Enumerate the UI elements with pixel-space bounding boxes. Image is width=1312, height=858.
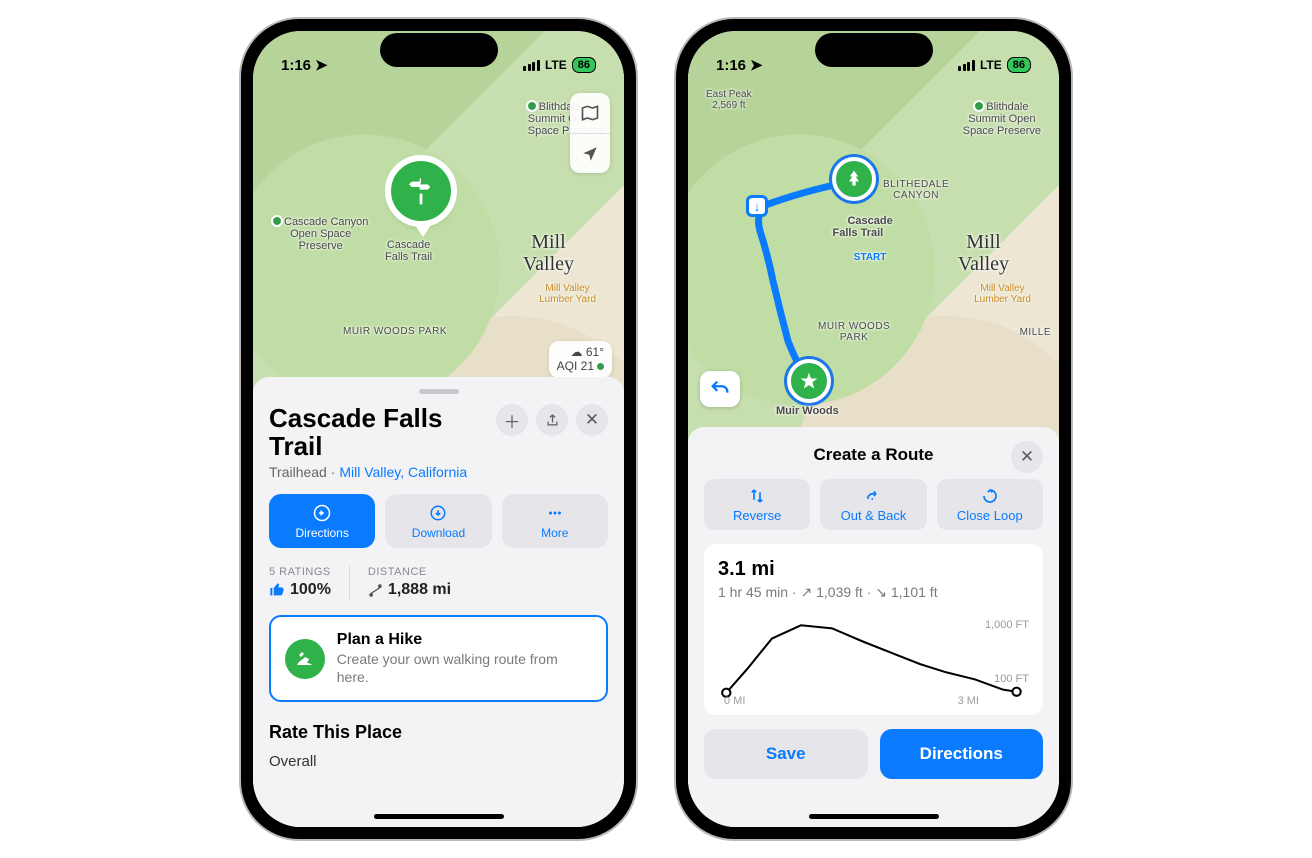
park-label-3: MUIR WOODS PARK [343,326,447,337]
download-button[interactable]: Download [385,494,491,548]
battery-icon: 86 [572,57,596,73]
reverse-button[interactable]: Reverse [704,479,810,530]
location-arrow-icon: ➤ [315,56,328,74]
city-label: Mill Valley [523,231,574,275]
hike-icon [285,639,325,679]
home-indicator[interactable] [809,814,939,819]
more-icon [546,504,564,522]
more-label: More [541,526,568,540]
plan-hike-card[interactable]: Plan a Hike Create your own walking rout… [269,615,608,702]
undo-button[interactable] [700,371,740,407]
cellular-icon [523,60,540,71]
out-and-back-button[interactable]: Out & Back [820,479,926,530]
undo-icon [709,378,731,400]
place-title: Cascade Falls Trail [269,404,488,460]
directions-button[interactable]: Directions [880,729,1044,779]
elevation-chart[interactable]: 1,000 FT 100 FT 0 MI 3 MI [718,613,1029,705]
pin-label: Cascade Falls Trail [385,239,432,263]
location-icon [581,145,599,163]
star-icon [799,371,819,391]
network-label: LTE [980,58,1002,72]
rate-overall-label: Overall [269,753,608,776]
signpost-icon [405,175,437,207]
aqi-dot-icon [597,363,604,370]
x-label-0: 0 MI [724,695,745,707]
distance-value: 1,888 mi [368,581,451,599]
add-button[interactable]: ＋ [496,404,528,436]
elevation-card: 3.1 mi 1 hr 45 min · ↗ 1,039 ft · ↘ 1,10… [704,544,1043,715]
route-end-pin[interactable] [791,363,827,399]
phone-left: 1:16 ➤ LTE 86 Blithdale Summit Open Spac… [241,19,636,839]
close-button[interactable]: ✕ [576,404,608,436]
location-arrow-icon: ➤ [750,56,763,74]
lumber-label: Mill Valley Lumber Yard [539,283,596,305]
closeloop-label: Close Loop [957,508,1023,523]
close-button[interactable]: ✕ [1011,441,1043,473]
sheet-grabber[interactable] [419,389,459,394]
map-controls [570,93,610,173]
stats-row: 5 RATINGS 100% DISTANCE 1,888 mi [269,566,608,599]
map-mode-button[interactable] [570,93,610,133]
cellular-icon [958,60,975,71]
dynamic-island [815,33,933,67]
directions-icon [313,504,331,522]
plan-title: Plan a Hike [337,631,592,649]
directions-button[interactable]: Directions [269,494,375,548]
route-icon [368,583,383,598]
reverse-label: Reverse [733,508,781,523]
ratings-count-label: 5 RATINGS [269,566,331,578]
out-back-icon [864,487,882,505]
clock: 1:16 [281,57,311,74]
network-label: LTE [545,58,567,72]
divider [349,566,350,599]
start-label: Cascade Falls Trail START [823,203,893,276]
locate-me-button[interactable] [570,133,610,173]
tree-icon [844,169,864,189]
phone-right: 1:16 ➤ LTE 86 East Peak 2,569 ft Blithda… [676,19,1071,839]
clock: 1:16 [716,57,746,74]
rate-section-title: Rate This Place [269,722,608,743]
save-button[interactable]: Save [704,729,868,779]
place-subtitle: Trailhead · Mill Valley, California [269,464,608,480]
place-sheet: Cascade Falls Trail ＋ ✕ Trailhead · Mill… [253,377,624,827]
share-button[interactable] [536,404,568,436]
route-title: Create a Route [814,445,934,465]
home-indicator[interactable] [374,814,504,819]
more-button[interactable]: More [502,494,608,548]
download-icon [429,504,447,522]
reverse-icon [748,487,766,505]
share-icon [545,413,560,428]
close-loop-button[interactable]: Close Loop [937,479,1043,530]
location-link[interactable]: Mill Valley, California [339,464,467,480]
park-label-2: Cascade Canyon Open Space Preserve [273,216,368,252]
aqi-value: AQI 21 [557,359,594,373]
directions-label: Directions [295,526,348,540]
plan-subtitle: Create your own walking route from here. [337,651,592,686]
close-icon: ✕ [585,410,599,430]
route-sheet: Create a Route ✕ Reverse Out & Back Clos… [688,427,1059,827]
end-label: Muir Woods [776,405,839,417]
dynamic-island [380,33,498,67]
outback-label: Out & Back [841,508,907,523]
temp-value: 61° [586,345,604,359]
turn-marker[interactable]: ↓ [746,195,768,217]
x-label-3: 3 MI [958,695,979,707]
pin-tail [415,225,431,237]
close-icon: ✕ [1020,447,1034,467]
weather-chip[interactable]: ☁ 61° AQI 21 [549,341,612,378]
map-icon [580,103,600,123]
thumbs-up-icon [269,582,285,598]
download-label: Download [412,526,465,540]
battery-icon: 86 [1007,57,1031,73]
distance-label: DISTANCE [368,566,451,578]
y-label-1000: 1,000 FT [985,619,1029,631]
route-stats-line: 1 hr 45 min · ↗ 1,039 ft · ↘ 1,101 ft [718,584,1029,601]
ratings-value: 100% [269,581,331,599]
loop-icon [981,487,999,505]
y-label-100: 100 FT [994,673,1029,685]
route-start-pin[interactable] [836,161,872,197]
trailhead-pin[interactable] [391,161,451,221]
route-distance: 3.1 mi [718,558,1029,581]
plus-icon: ＋ [504,408,521,433]
